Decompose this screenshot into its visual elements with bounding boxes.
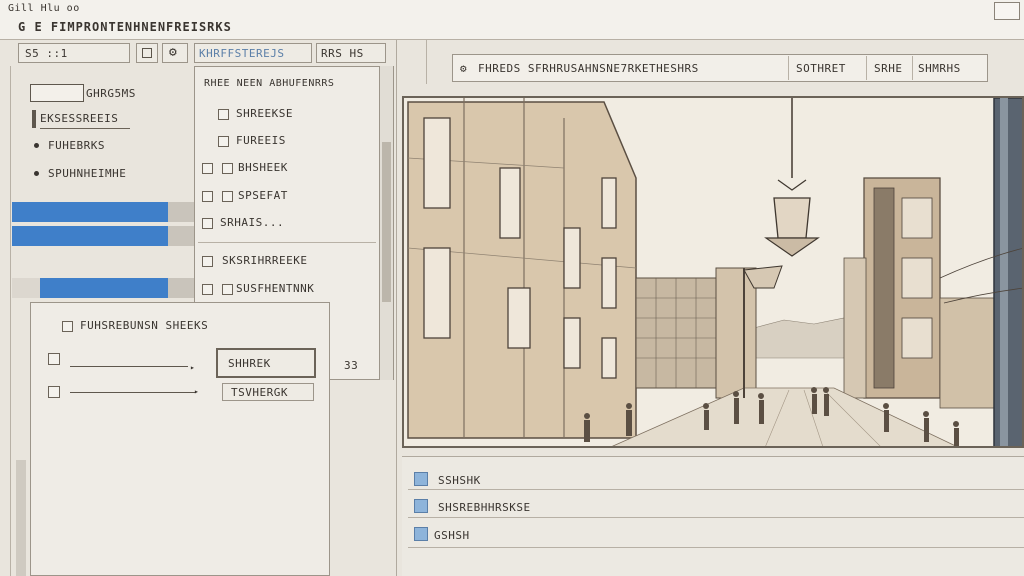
menu-item-label[interactable]: SRHAIS... — [220, 216, 284, 229]
menu-header: RHEE NEEN ABHUFENRRS — [204, 78, 335, 89]
strip-separator — [912, 56, 913, 80]
strip-separator — [788, 56, 789, 80]
menu-checkbox[interactable] — [202, 163, 213, 174]
bar-cap — [168, 278, 194, 298]
scrollbar-thumb[interactable] — [382, 142, 391, 302]
menu-item-label[interactable]: FUREEIS — [236, 134, 286, 147]
arrow-right-icon: ▸ — [190, 363, 195, 372]
dialog-secondary-button[interactable]: TSVHERGK — [222, 383, 314, 401]
row-label: SHSREBHHRSKSE — [438, 501, 531, 514]
menu-checkbox[interactable] — [222, 284, 233, 295]
dropdown-scrollbar[interactable] — [380, 66, 394, 380]
row-label: SSHSHK — [438, 474, 481, 487]
menu-checkbox[interactable] — [202, 256, 213, 267]
menu-checkbox[interactable] — [218, 109, 229, 120]
dialog-checkbox[interactable] — [48, 353, 60, 365]
toolbar-icon-button[interactable]: ⚙ — [162, 43, 188, 63]
selection-bar[interactable] — [12, 202, 168, 222]
menu-item-label[interactable]: SKSRIHRREEKE — [222, 254, 307, 267]
underline — [40, 128, 130, 129]
dialog-primary-button[interactable]: SHHREK — [216, 348, 316, 378]
toolbar-button-1[interactable]: S5 ::1 — [18, 43, 130, 63]
row-checkbox[interactable] — [414, 527, 428, 541]
dialog-title: FUHSREBUNSN SHEEKS — [80, 319, 209, 332]
gear-icon: ⚙ — [460, 62, 467, 75]
menu-separator — [198, 242, 376, 243]
window-control-button[interactable] — [994, 2, 1020, 20]
dialog-panel — [30, 302, 330, 576]
left-scrollbar[interactable] — [16, 460, 26, 576]
menu-item-label[interactable]: BHSHEEK — [238, 161, 288, 174]
arrow-right-icon: ▸ — [194, 387, 199, 396]
toolbar-title: G E FIMPRONTENHNENFREISRKS — [18, 20, 232, 34]
input-line[interactable] — [70, 392, 196, 393]
dialog-side-value: 33 — [344, 359, 359, 372]
row-label: GSHSH — [434, 529, 470, 542]
menu-checkbox[interactable] — [202, 191, 213, 202]
bar-cap — [168, 202, 194, 222]
menu-checkbox[interactable] — [218, 136, 229, 147]
list-item-label: GHRG5MS — [86, 87, 136, 100]
row-checkbox[interactable] — [414, 499, 428, 513]
square-icon — [142, 48, 152, 58]
street-sketch-image — [404, 98, 1022, 446]
panel-divider — [396, 40, 397, 576]
bullet-icon — [34, 143, 39, 148]
menu-item-label[interactable]: SHREEKSE — [236, 107, 293, 120]
list-item-label[interactable]: FUHEBRKS — [48, 139, 105, 152]
menu-checkbox[interactable] — [202, 218, 213, 229]
dialog-checkbox[interactable] — [48, 386, 60, 398]
bullet-icon — [34, 171, 39, 176]
list-item-label[interactable]: EKSESSREEIS — [40, 112, 118, 125]
list-row[interactable] — [408, 522, 1024, 548]
image-viewport[interactable] — [402, 96, 1024, 448]
menu-item-label[interactable]: SUSFHENTNNK — [236, 282, 314, 295]
strip-button-2[interactable]: SRHE — [874, 62, 903, 75]
toolbar-button-3[interactable]: RRS HS — [316, 43, 386, 63]
selection-bar[interactable] — [12, 226, 168, 246]
strip-button-1[interactable]: SOTHRET — [796, 62, 846, 75]
info-strip-text: FHREDS SFRHRUSAHNSNE7RKETHESHRS — [478, 62, 699, 75]
selection-bar[interactable] — [40, 278, 168, 298]
menu-checkbox[interactable] — [202, 284, 213, 295]
menu-checkbox[interactable] — [222, 191, 233, 202]
strip-separator — [866, 56, 867, 80]
panel-divider — [426, 40, 427, 84]
strip-button-3[interactable]: SHMRHS — [918, 62, 961, 75]
bar-spacer — [12, 278, 40, 298]
bar-cap — [168, 226, 194, 246]
list-row[interactable] — [408, 466, 1024, 490]
gear-icon: ⚙ — [169, 45, 177, 60]
dialog-title-icon — [62, 321, 73, 332]
list-marker — [32, 110, 36, 128]
input-line[interactable] — [70, 366, 188, 367]
toolbar-square-button[interactable] — [136, 43, 158, 63]
window-title: Gill Hlu oo — [8, 3, 80, 14]
list-item-label[interactable]: SPUHNHEIMHE — [48, 167, 126, 180]
list-item-selected[interactable] — [30, 84, 84, 102]
toolbar-button-2[interactable]: KHRFFSTEREJS — [194, 43, 312, 63]
row-checkbox[interactable] — [414, 472, 428, 486]
menu-item-label[interactable]: SPSEFAT — [238, 189, 288, 202]
left-divider — [10, 66, 11, 576]
menu-checkbox[interactable] — [222, 163, 233, 174]
